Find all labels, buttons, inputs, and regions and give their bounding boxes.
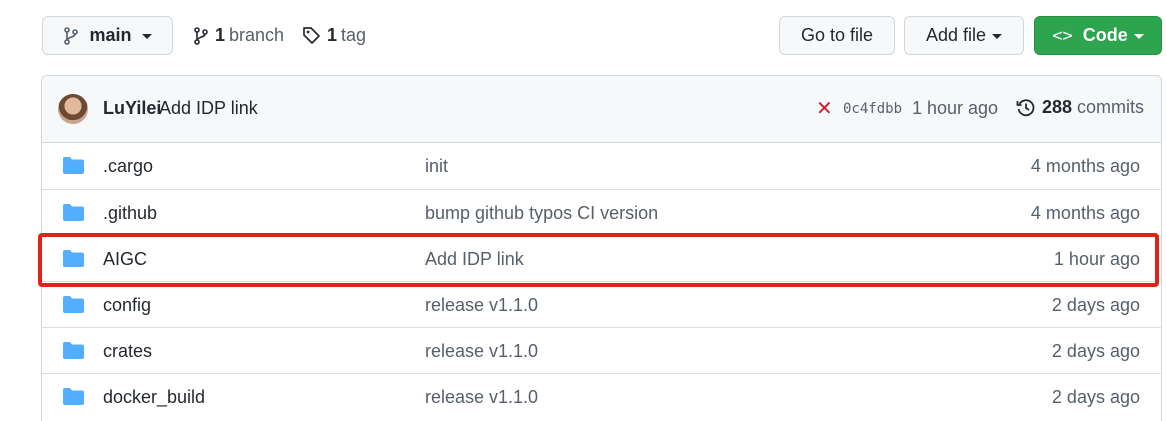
file-row[interactable]: .github bump github typos CI version 4 mon… <box>42 189 1161 235</box>
file-row[interactable]: docker_build release v1.1.0 2 days ago <box>42 373 1161 419</box>
file-age: 2 days ago <box>1051 295 1140 315</box>
history-icon <box>1016 98 1035 116</box>
file-browser: LuYilei Add IDP link ✕ 0c4fdbb 1 hour ag… <box>41 75 1162 421</box>
folder-icon <box>63 296 84 313</box>
file-commit-message[interactable]: Add IDP link <box>425 249 524 270</box>
file-row[interactable]: .cargo init 4 months ago <box>42 143 1161 189</box>
commit-count: 288 <box>1042 97 1073 117</box>
file-age: 1 hour ago <box>1053 249 1140 269</box>
file-name[interactable]: AIGC <box>103 249 147 270</box>
status-fail-icon[interactable]: ✕ <box>816 96 833 121</box>
file-name[interactable]: docker_build <box>103 387 205 408</box>
tags-label: tag <box>341 25 367 45</box>
code-icon: <> <box>1052 25 1073 46</box>
add-file-label: Add file <box>925 25 987 45</box>
folder-icon <box>63 204 84 221</box>
commits-label: commits <box>1077 97 1145 117</box>
file-age: 2 days ago <box>1051 341 1140 361</box>
tags-link[interactable]: 1 tag <box>302 16 366 55</box>
branch-name: main <box>89 25 132 45</box>
folder-icon <box>63 388 84 405</box>
file-age: 4 months ago <box>1030 203 1140 223</box>
file-name[interactable]: .cargo <box>103 156 153 177</box>
branches-link[interactable]: 1 branch <box>193 16 284 55</box>
chevron-down-icon <box>141 34 152 39</box>
commit-time: 1 hour ago <box>912 98 999 118</box>
file-age: 2 days ago <box>1051 387 1140 407</box>
commit-message[interactable]: Add IDP link <box>159 98 258 119</box>
branches-label: branch <box>229 25 285 45</box>
folder-icon <box>63 342 84 359</box>
latest-commit-bar: LuYilei Add IDP link ✕ 0c4fdbb 1 hour ag… <box>42 76 1161 143</box>
avatar[interactable] <box>58 94 88 124</box>
file-commit-message[interactable]: bump github typos CI version <box>425 203 658 224</box>
code-label: Code <box>1082 25 1128 45</box>
git-branch-icon <box>194 26 208 45</box>
git-branch-icon <box>64 26 79 45</box>
chevron-down-icon <box>992 34 1003 39</box>
file-name[interactable]: .github <box>103 203 157 224</box>
file-commit-message[interactable]: release v1.1.0 <box>425 387 538 408</box>
file-row[interactable]: AIGC Add IDP link 1 hour ago <box>42 235 1161 281</box>
file-age: 4 months ago <box>1030 156 1140 176</box>
chevron-down-icon <box>1133 34 1144 39</box>
go-to-file-button[interactable]: Go to file <box>779 16 895 55</box>
folder-icon <box>63 157 84 174</box>
commit-author[interactable]: LuYilei <box>103 98 161 119</box>
file-name[interactable]: config <box>103 295 151 316</box>
branch-selector-button[interactable]: main <box>42 16 173 55</box>
commit-sha[interactable]: 0c4fdbb <box>843 101 902 117</box>
code-button[interactable]: <> Code <box>1034 16 1162 55</box>
file-commit-message[interactable]: release v1.1.0 <box>425 295 538 316</box>
add-file-button[interactable]: Add file <box>904 16 1024 55</box>
repo-toolbar: main 1 branch 1 tag Go to file Add file … <box>0 0 1166 72</box>
file-commit-message[interactable]: init <box>425 156 448 177</box>
branches-count: 1 <box>215 25 226 45</box>
file-commit-message[interactable]: release v1.1.0 <box>425 341 538 362</box>
tag-icon <box>303 27 320 44</box>
file-row[interactable]: crates release v1.1.0 2 days ago <box>42 327 1161 373</box>
commits-history-link[interactable]: 288 commits <box>1016 97 1144 118</box>
folder-icon <box>63 250 84 267</box>
file-name[interactable]: crates <box>103 341 152 362</box>
file-row[interactable]: config release v1.1.0 2 days ago <box>42 281 1161 327</box>
tags-count: 1 <box>327 25 338 45</box>
